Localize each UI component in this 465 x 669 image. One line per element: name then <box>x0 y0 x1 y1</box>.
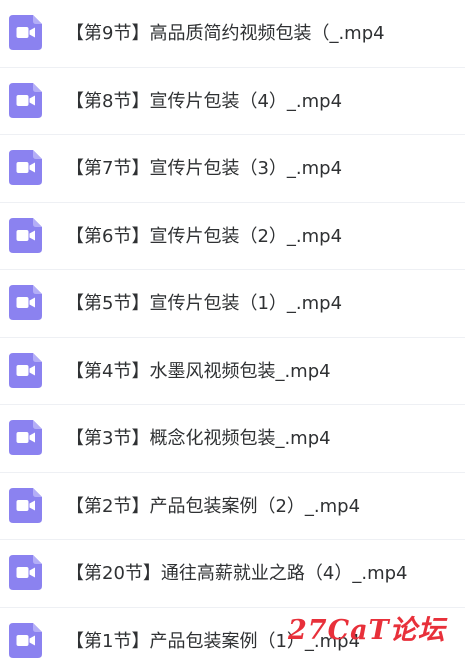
video-file-icon <box>9 150 42 185</box>
file-row[interactable]: 【第3节】概念化视频包装_.mp4 <box>0 405 465 473</box>
file-name: 【第8节】宣传片包装（4）_.mp4 <box>66 90 343 112</box>
video-file-icon <box>9 622 42 658</box>
file-row[interactable]: 【第6节】宣传片包装（2）_.mp4 <box>0 202 465 270</box>
file-row[interactable]: 【第2节】产品包装案例（2）_.mp4 <box>0 472 465 540</box>
file-name: 【第2节】产品包装案例（2）_.mp4 <box>66 495 361 517</box>
file-name: 【第3节】概念化视频包装_.mp4 <box>66 428 331 449</box>
file-row[interactable]: 【第4节】水墨风视频包装_.mp4 <box>0 337 465 405</box>
file-row[interactable]: 【第8节】宣传片包装（4）_.mp4 <box>0 67 465 135</box>
file-row[interactable]: 【第20节】通往高薪就业之路（4）_.mp4 <box>0 540 465 608</box>
video-file-icon <box>9 352 42 388</box>
file-name: 【第6节】宣传片包装（2）_.mp4 <box>66 225 343 247</box>
file-name: 【第7节】宣传片包装（3）_.mp4 <box>66 158 343 179</box>
file-name: 【第20节】通往高薪就业之路（4）_.mp4 <box>66 563 408 584</box>
file-name: 【第9节】高品质简约视频包装（_.mp4 <box>66 23 385 44</box>
file-name: 【第1节】产品包装案例（1）_.mp4 <box>66 630 361 652</box>
file-name: 【第4节】水墨风视频包装_.mp4 <box>66 360 331 382</box>
video-file-icon <box>9 285 42 320</box>
video-file-icon <box>9 487 42 523</box>
video-file-icon <box>9 555 42 590</box>
file-name: 【第5节】宣传片包装（1）_.mp4 <box>66 293 343 314</box>
file-row[interactable]: 【第7节】宣传片包装（3）_.mp4 <box>0 135 465 203</box>
file-row[interactable]: 【第5节】宣传片包装（1）_.mp4 <box>0 270 465 338</box>
file-list: 【第9节】高品质简约视频包装（_.mp4 【第8节】宣传片包装（4）_.mp4 【第… <box>0 0 465 669</box>
video-file-icon <box>9 420 42 455</box>
file-row[interactable]: 【第9节】高品质简约视频包装（_.mp4 <box>0 0 465 68</box>
video-file-icon <box>9 217 42 253</box>
file-row[interactable]: 【第1节】产品包装案例（1）_.mp4 <box>0 607 465 669</box>
video-file-icon <box>9 15 42 50</box>
video-file-icon <box>9 82 42 118</box>
